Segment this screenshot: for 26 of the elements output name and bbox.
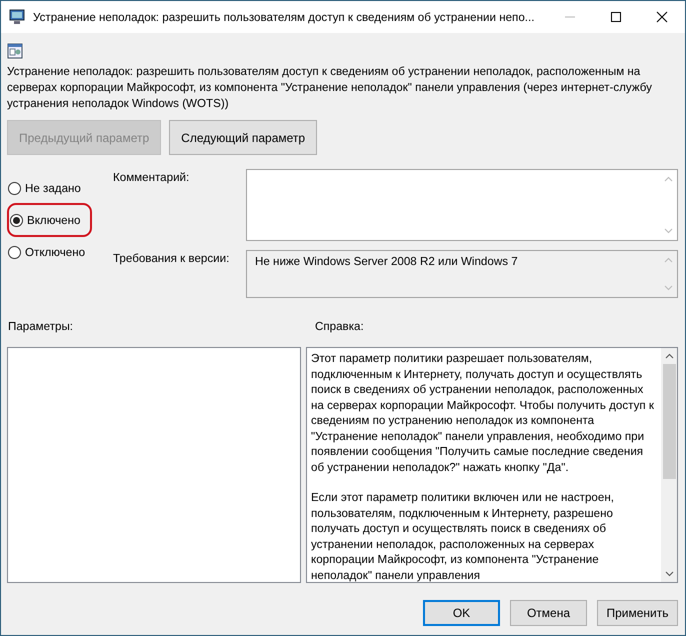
comment-label: Комментарий: [112, 170, 190, 186]
nav-button[interactable]: Следующий параметр [169, 120, 318, 155]
help-paragraph: Этот параметр политики разрешает пользователям, подключенным к Интернету, получать доступ и осуществлять поиск в сведениях об устранении неполадок, расположенных на серверах корпорации Майкрософт. Чтобы получить доступ к сведениям по устранению неполадок из компонента "Устранение неполадок" панели управления, необходимо при появлении сообщения "Получить самые последние сведения об устранении неполадок?" нажать кнопку "Да". [311, 351, 655, 475]
help-label: Справка: [315, 320, 364, 333]
scroll-up-icon[interactable] [664, 353, 674, 359]
window-title: Устранение неполадок: разрешить пользователям доступ к сведениям об устранении непо... [33, 10, 536, 24]
computer-icon [9, 9, 27, 25]
policy-description: Устранение неполадок: разрешить пользователям доступ к сведениям об устранении неполадок, расположенным на серверах корпорации Майкрософт, из компонента "Устранение неполадок" панели управления (через интернет-службу устранения неполадок Windows (WOTS)) [7, 64, 653, 112]
help-paragraph: Если этот параметр политики включен или не настроен, пользователям, подключенным к Интернету, разрешено получать доступ и осуществлять поиск в сведениях об устранении неполадок, расположенных на серверах корпорации Майкрософт, из компонента "Устранение неполадок" панели управления [311, 490, 615, 582]
radio-label[interactable]: Отключено [25, 246, 86, 258]
radio-label[interactable]: Включено [27, 214, 80, 226]
maximize-icon[interactable] [610, 11, 622, 23]
close-icon[interactable] [656, 11, 668, 23]
dialog-button[interactable]: Применить [597, 600, 678, 626]
radio-label[interactable]: Не задано [25, 182, 81, 194]
radio-button[interactable] [10, 214, 23, 226]
radio-button[interactable] [8, 182, 21, 194]
radio-button[interactable] [8, 246, 21, 258]
version-label: Требования к версии: [112, 251, 230, 267]
settings-sheet-icon [7, 43, 23, 59]
parameters-label: Параметры: [7, 320, 74, 333]
scrollbar-thumb[interactable] [662, 364, 676, 479]
dialog-button[interactable]: Отмена [510, 600, 587, 626]
version-text: Не ниже Windows Server 2008 R2 или Windows 7 [254, 254, 519, 270]
dialog-button[interactable]: OK [423, 600, 500, 626]
scroll-down-icon[interactable] [664, 571, 674, 577]
